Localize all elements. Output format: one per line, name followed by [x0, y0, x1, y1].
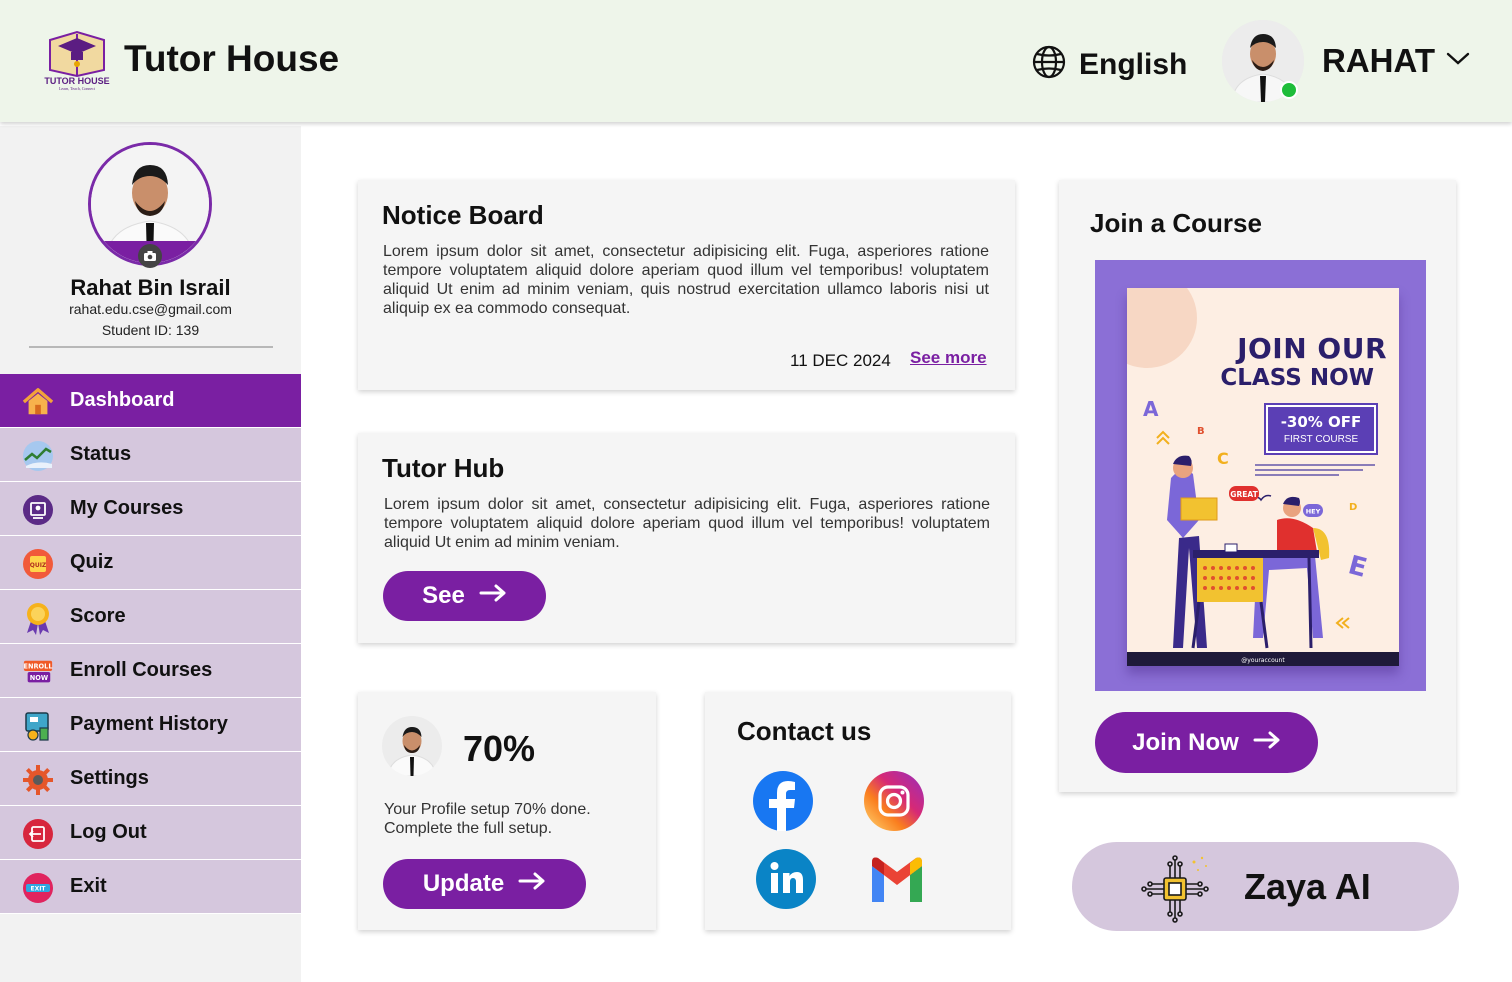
see-button-label: See — [422, 582, 465, 609]
arrow-right-icon — [518, 870, 546, 898]
logo-text: TUTOR HOUSE — [44, 76, 110, 86]
chevron-down-icon[interactable] — [1446, 50, 1470, 73]
enroll-now-icon: ENROLL NOW — [22, 656, 54, 688]
svg-text:ENROLL: ENROLL — [23, 663, 53, 671]
tutor-hub-title: Tutor Hub — [382, 453, 505, 483]
sidebar-item-label: Quiz — [70, 551, 114, 573]
courses-icon — [22, 494, 54, 526]
contact-us-card: Contact us — [705, 692, 1011, 930]
header-user-name[interactable]: RAHAT — [1322, 42, 1435, 80]
sidebar-item-settings[interactable]: Settings — [0, 752, 301, 806]
exit-icon: EXIT — [22, 872, 54, 904]
see-button[interactable]: See — [383, 571, 546, 621]
logo-tagline: Learn, Teach, Connect — [58, 86, 96, 91]
profile-student-id: Student ID: 139 — [101, 322, 200, 338]
profile-progress-card: 70% Your Profile setup 70% done. Complet… — [358, 692, 656, 930]
poster-bubble-hey: HEY — [1306, 508, 1321, 516]
progress-message: Your Profile setup 70% done. Complete th… — [384, 801, 591, 837]
join-course-title: Join a Course — [1090, 208, 1262, 238]
sidebar-item-label: Score — [70, 605, 126, 627]
payment-icon — [22, 710, 54, 742]
notice-board-title: Notice Board — [382, 200, 544, 230]
top-header: TUTOR HOUSE Learn, Teach, Connect Tutor … — [0, 0, 1512, 122]
sidebar-item-label: Exit — [70, 875, 107, 897]
profile-divider — [29, 346, 273, 348]
facebook-icon[interactable] — [753, 771, 813, 836]
arrow-right-icon — [1253, 729, 1281, 757]
see-more-link[interactable]: See more — [910, 348, 987, 368]
poster-bubble-great: GREAT — [1230, 490, 1258, 499]
tutor-house-logo[interactable]: TUTOR HOUSE Learn, Teach, Connect — [42, 26, 112, 92]
sidebar-item-exit[interactable]: EXIT Exit — [0, 860, 301, 914]
progress-avatar[interactable] — [382, 716, 442, 776]
chart-status-icon — [22, 440, 54, 472]
sidebar-item-payment-history[interactable]: Payment History — [0, 698, 301, 752]
svg-text:B: B — [1197, 426, 1205, 437]
poster-paper: JOIN OUR CLASS NOW -30% OFF FIRST COURSE… — [1127, 288, 1399, 666]
sidebar-item-label: Settings — [70, 767, 149, 789]
profile-email: rahat.edu.cse@gmail.com — [69, 301, 232, 317]
join-now-button[interactable]: Join Now — [1095, 712, 1318, 773]
sidebar-item-label: My Courses — [70, 497, 184, 519]
sidebar-item-label: Log Out — [70, 821, 147, 843]
join-now-label: Join Now — [1132, 728, 1239, 756]
sidebar: Rahat Bin Israil rahat.edu.cse@gmail.com… — [0, 126, 301, 982]
update-button-label: Update — [422, 870, 505, 897]
poster-illustration: A B C D E GREAT HEY @youraccount — [1127, 397, 1399, 666]
sidebar-item-label: Enroll Courses — [70, 659, 213, 681]
poster-footer: @youraccount — [1241, 657, 1285, 664]
svg-text:A: A — [1143, 397, 1159, 421]
linkedin-icon[interactable] — [756, 849, 816, 914]
zaya-ai-button[interactable]: Zaya AI — [1072, 842, 1459, 931]
arrow-right-icon — [479, 582, 507, 610]
sidebar-item-status[interactable]: Status — [0, 428, 301, 482]
sidebar-item-my-courses[interactable]: My Courses — [0, 482, 301, 536]
instagram-icon[interactable] — [864, 771, 924, 836]
gmail-icon[interactable] — [868, 856, 926, 907]
notice-board-card: Notice Board Lorem ipsum dolor sit amet,… — [358, 180, 1015, 390]
medal-icon — [22, 602, 54, 635]
camera-icon[interactable] — [138, 244, 162, 268]
sidebar-nav: Dashboard Status My Courses QUIZ Quiz Sc… — [0, 374, 301, 914]
ai-chip-icon — [1140, 852, 1212, 929]
notice-board-body: Lorem ipsum dolor sit amet, consectetur … — [383, 243, 989, 317]
profile-name: Rahat Bin Israil — [70, 275, 231, 300]
sidebar-item-score[interactable]: Score — [0, 590, 301, 644]
progress-percent: 70% — [463, 728, 536, 769]
gear-icon — [22, 764, 54, 796]
sidebar-item-enroll-courses[interactable]: ENROLL NOW Enroll Courses — [0, 644, 301, 698]
update-button[interactable]: Update — [383, 859, 586, 909]
notice-date: 11 DEC 2024 — [790, 351, 891, 370]
sidebar-item-label: Payment History — [70, 713, 228, 735]
sidebar-item-quiz[interactable]: QUIZ Quiz — [0, 536, 301, 590]
sidebar-item-label: Dashboard — [70, 389, 175, 411]
svg-text:E: E — [1345, 550, 1370, 584]
zaya-ai-label: Zaya AI — [1244, 866, 1371, 907]
logout-icon — [22, 818, 54, 850]
quiz-icon: QUIZ — [22, 548, 54, 580]
tutor-hub-card: Tutor Hub Lorem ipsum dolor sit amet, co… — [358, 433, 1015, 643]
language-selector[interactable]: English — [1031, 44, 1187, 85]
home-icon — [22, 386, 54, 418]
svg-text:EXIT: EXIT — [30, 886, 46, 893]
sidebar-item-label: Status — [70, 443, 132, 465]
course-poster[interactable]: JOIN OUR CLASS NOW -30% OFF FIRST COURSE… — [1095, 260, 1426, 691]
language-label: English — [1079, 47, 1188, 81]
svg-text:D: D — [1349, 502, 1357, 513]
sidebar-item-dashboard[interactable]: Dashboard — [0, 374, 301, 428]
sidebar-item-log-out[interactable]: Log Out — [0, 806, 301, 860]
contact-title: Contact us — [737, 716, 872, 746]
globe-icon — [1031, 44, 1067, 85]
join-course-card: Join a Course JOIN OUR CLASS NOW -30% OF… — [1059, 180, 1456, 792]
svg-text:QUIZ: QUIZ — [30, 562, 47, 569]
svg-text:NOW: NOW — [30, 674, 49, 682]
svg-text:C: C — [1217, 449, 1229, 468]
online-status-dot — [1280, 81, 1298, 99]
brand-title: Tutor House — [124, 38, 340, 79]
tutor-hub-body: Lorem ipsum dolor sit amet, consectetur … — [384, 496, 990, 551]
